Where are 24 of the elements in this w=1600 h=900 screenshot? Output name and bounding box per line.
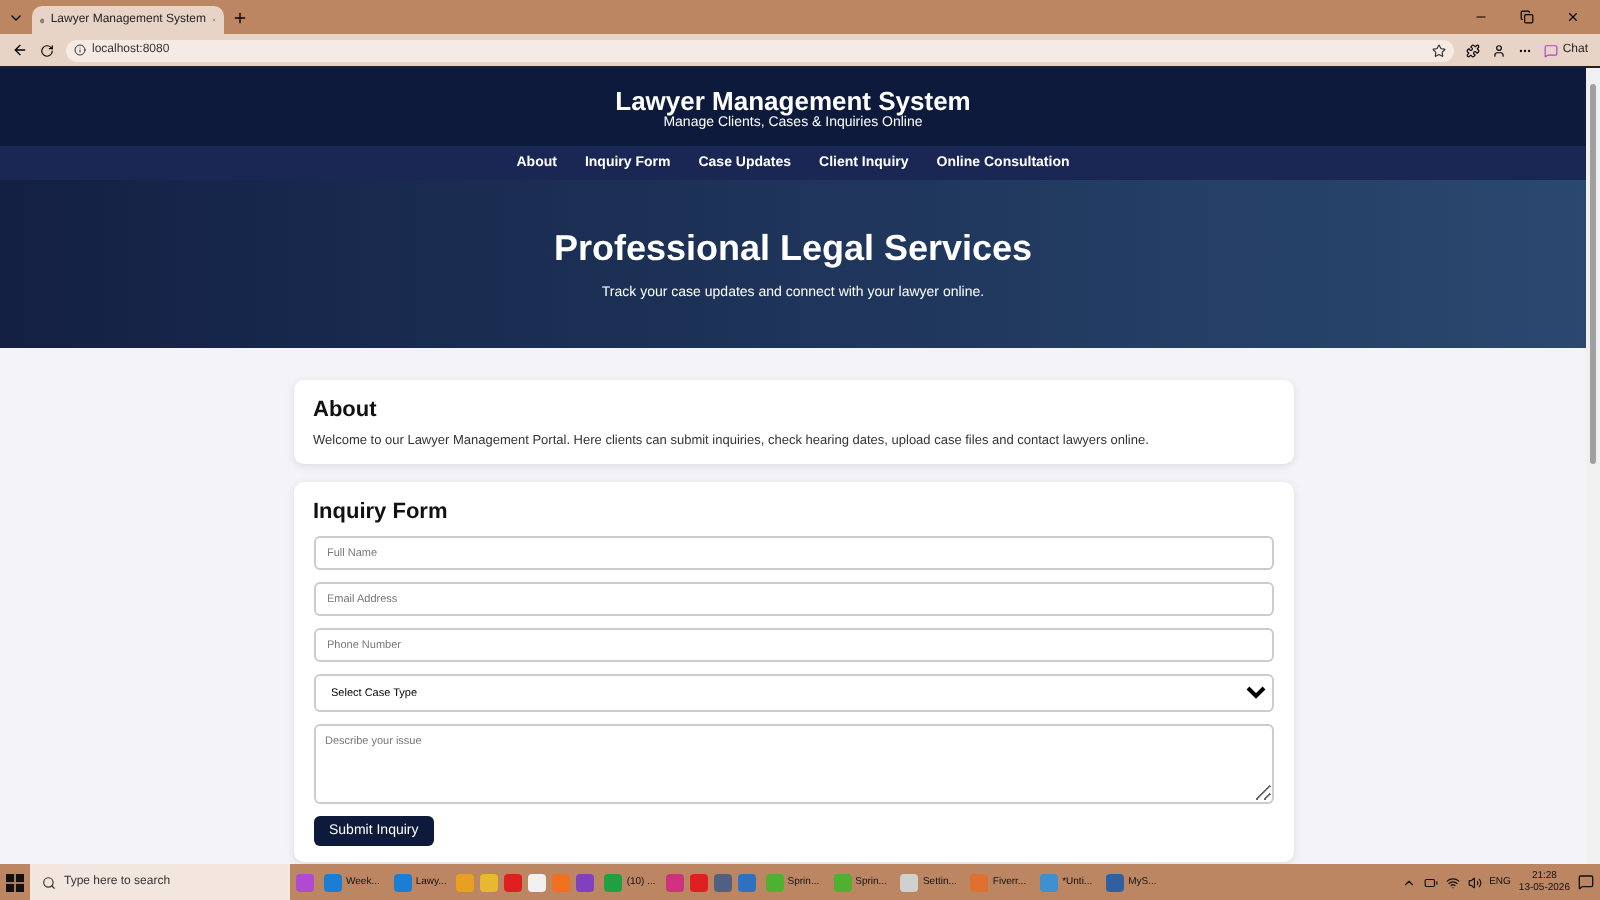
hero-title: Professional Legal Services: [553, 228, 1033, 270]
search-icon: [42, 875, 56, 889]
extensions-icon[interactable]: [1466, 43, 1481, 57]
info-icon[interactable]: [74, 44, 86, 56]
new-tab-icon[interactable]: [232, 9, 248, 25]
notifications-icon[interactable]: [1578, 874, 1594, 890]
start-icon[interactable]: [6, 873, 24, 891]
star-icon[interactable]: [1432, 43, 1447, 57]
card-title: Inquiry Form: [313, 500, 450, 524]
site-title: Lawyer Management System: [615, 85, 971, 115]
battery-icon[interactable]: [1423, 875, 1438, 889]
volume-icon[interactable]: [1467, 875, 1482, 889]
back-icon[interactable]: [12, 42, 28, 58]
profile-icon[interactable]: [1492, 43, 1507, 57]
scrollbar[interactable]: [1586, 68, 1600, 864]
taskbar-app-icon[interactable]: [528, 873, 547, 891]
minimize-icon[interactable]: [1474, 10, 1488, 24]
restore-icon[interactable]: [1520, 10, 1534, 24]
card-title: About: [313, 398, 379, 422]
wifi-icon[interactable]: [1445, 875, 1460, 889]
tray-overflow-icon[interactable]: [1401, 875, 1416, 889]
reload-icon[interactable]: [40, 43, 54, 57]
chat-icon: [1544, 43, 1559, 57]
close-icon[interactable]: [1566, 10, 1580, 24]
